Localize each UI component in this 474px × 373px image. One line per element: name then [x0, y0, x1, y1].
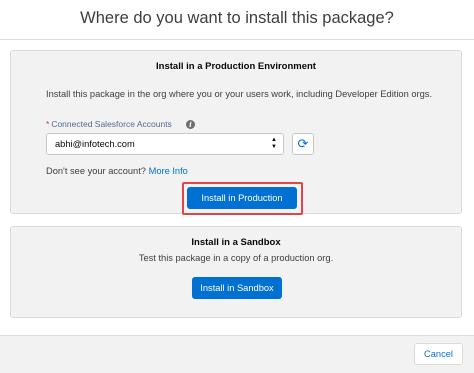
production-card: Install in a Production Environment Inst…	[10, 50, 462, 215]
production-description: Install this package in the org where yo…	[46, 89, 433, 99]
accounts-label-text: Connected Salesforce Accounts	[51, 119, 172, 129]
sandbox-description: Test this package in a copy of a product…	[138, 253, 334, 263]
no-account-line: Don't see your account? More Info	[46, 166, 188, 176]
select-arrows-icon: ▲ ▼	[271, 137, 277, 150]
more-info-link[interactable]: More Info	[149, 166, 188, 176]
account-select-value: abhi@infotech.com	[55, 139, 135, 149]
install-in-production-button[interactable]: Install in Production	[187, 187, 297, 209]
refresh-icon: ⟳	[297, 136, 309, 151]
install-in-sandbox-button[interactable]: Install in Sandbox	[192, 277, 282, 299]
required-marker: *	[46, 119, 50, 129]
modal-title: Where do you want to install this packag…	[80, 9, 394, 27]
modal-header: Where do you want to install this packag…	[0, 0, 474, 40]
refresh-accounts-button[interactable]: ⟳	[292, 133, 314, 155]
accounts-label: * Connected Salesforce Accounts	[46, 119, 172, 129]
no-account-text: Don't see your account?	[46, 166, 146, 176]
cancel-button[interactable]: Cancel	[414, 343, 463, 365]
account-select[interactable]: abhi@infotech.com ▲ ▼	[46, 133, 284, 155]
modal-body: Install in a Production Environment Inst…	[0, 40, 474, 335]
production-heading: Install in a Production Environment	[156, 61, 316, 72]
modal-footer: Cancel	[0, 335, 474, 373]
sandbox-heading: Install in a Sandbox	[191, 237, 281, 248]
sandbox-card: Install in a Sandbox Test this package i…	[10, 226, 462, 318]
info-icon[interactable]: i	[186, 120, 195, 129]
